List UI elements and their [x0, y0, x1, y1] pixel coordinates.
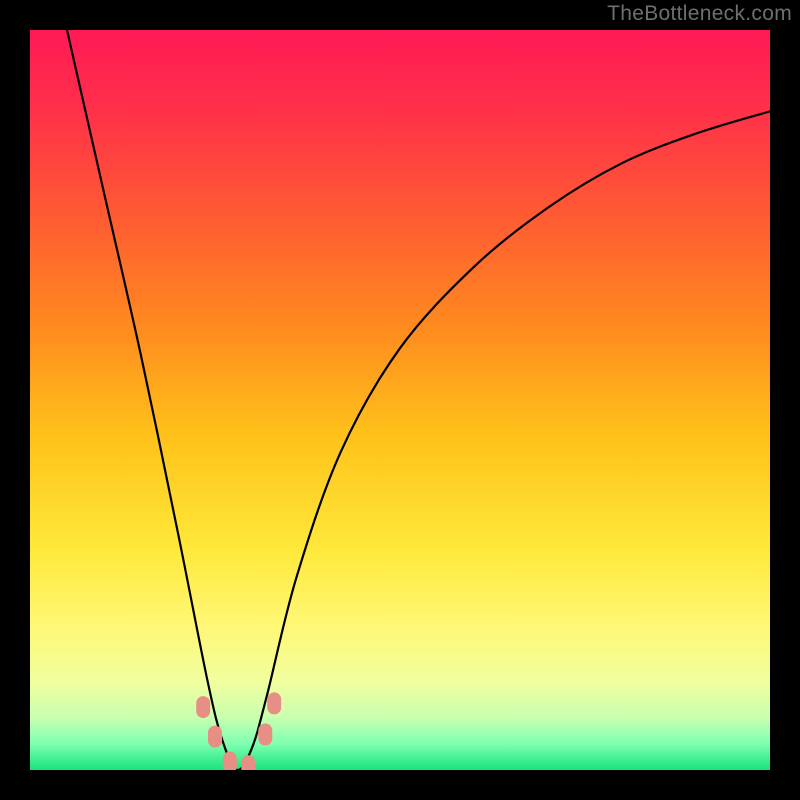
chart-frame: TheBottleneck.com: [0, 0, 800, 800]
highlight-dot: [258, 724, 272, 746]
highlight-dot: [223, 752, 237, 770]
highlight-dot: [267, 692, 281, 714]
bottleneck-curve: [67, 30, 770, 770]
highlight-dots: [196, 692, 281, 770]
curve-layer: [30, 30, 770, 770]
watermark-text: TheBottleneck.com: [607, 2, 792, 26]
highlight-dot: [208, 726, 222, 748]
plot-area: [30, 30, 770, 770]
highlight-dot: [241, 755, 255, 770]
highlight-dot: [196, 696, 210, 718]
